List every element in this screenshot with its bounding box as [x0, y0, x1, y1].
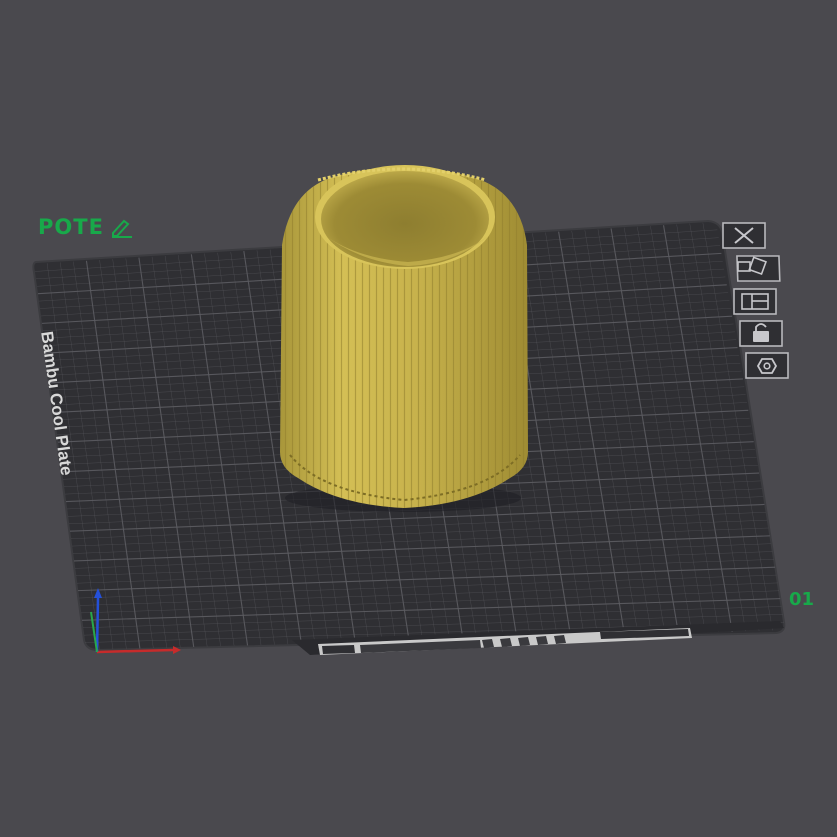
- edit-icon[interactable]: [110, 216, 134, 238]
- lock-button[interactable]: [739, 320, 783, 347]
- plate-index: 01: [789, 589, 815, 610]
- auto-orient-button[interactable]: [736, 255, 781, 282]
- plate-name-label: POTE: [38, 215, 104, 239]
- plate-settings-button[interactable]: [745, 352, 789, 379]
- model-pot[interactable]: [280, 165, 528, 512]
- 3d-viewport[interactable]: [0, 0, 837, 837]
- arrange-button[interactable]: [733, 288, 777, 315]
- plate-name[interactable]: POTE: [38, 215, 134, 239]
- close-plate-button[interactable]: [722, 222, 766, 249]
